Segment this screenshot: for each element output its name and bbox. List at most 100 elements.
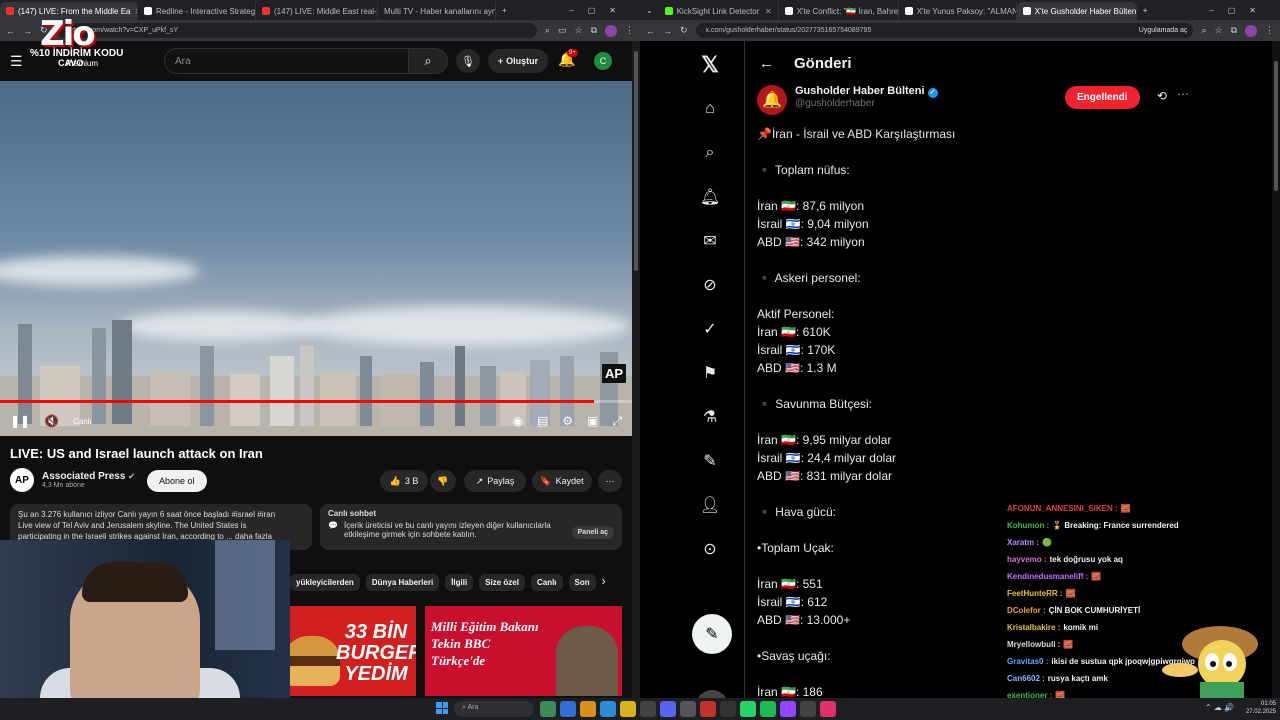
video-thumbnail[interactable]: Milli Eğitim Bakanı Tekin BBC Türkçe'de	[425, 606, 622, 696]
app-icon[interactable]	[780, 701, 796, 717]
forward-arrow-icon[interactable]: →	[23, 26, 32, 36]
tab-x-gusholder[interactable]: X'te Gusholder Haber Bülteni: "✕	[1016, 2, 1137, 20]
discord-icon[interactable]	[660, 701, 676, 717]
channel-avatar[interactable]: AP	[10, 468, 34, 492]
back-arrow-icon[interactable]: ←	[6, 26, 15, 36]
menu-dots-icon[interactable]: ⋮	[625, 25, 634, 36]
post-author[interactable]: 🔔 Gusholder Haber Bülteni ✓ @gusholderhab…	[757, 85, 938, 115]
fullscreen-icon[interactable]: ⤢	[612, 414, 622, 429]
chevron-right-icon[interactable]: ›	[602, 574, 606, 591]
app-icon[interactable]	[720, 701, 736, 717]
open-panel-button[interactable]: Paneli aç	[571, 526, 614, 539]
grok-explain-icon[interactable]: ⟲	[1157, 89, 1167, 103]
profile-icon[interactable]	[1245, 24, 1257, 37]
chat-username[interactable]: Can6602 :	[1007, 674, 1045, 683]
app-icon[interactable]	[700, 701, 716, 717]
bookmark-star-icon[interactable]: ☆	[1214, 25, 1222, 36]
cast-icon[interactable]: ▭	[558, 25, 567, 36]
tab-multi-tv[interactable]: Multi TV - Haber kanallarını aynı✕	[378, 2, 496, 20]
author-name[interactable]: Gusholder Haber Bülteni ✓	[795, 85, 938, 98]
premium-icon[interactable]: ✎	[698, 449, 722, 473]
app-icon[interactable]	[680, 701, 696, 717]
chat-username[interactable]: Mryellowbull :	[1007, 640, 1060, 649]
microphone-icon[interactable]: 🎙	[456, 49, 480, 73]
tab-x-yunus[interactable]: X'te Yunus Paksoy: "ALMANYA✕	[899, 2, 1017, 20]
back-arrow-icon[interactable]: ←	[759, 55, 774, 72]
chip-for-you[interactable]: Size özel	[479, 574, 525, 591]
url-field[interactable]: outube.com/watch?v=CXP_uPkf_sY	[55, 23, 537, 38]
chat-username[interactable]: Kohumon :	[1007, 521, 1049, 530]
zoom-icon[interactable]: ⌕	[545, 25, 550, 36]
create-button[interactable]: + Oluştur	[488, 49, 548, 73]
chip-uploaders[interactable]: yükleyicilerden	[290, 574, 360, 591]
chip-recent[interactable]: Son	[568, 574, 596, 591]
author-avatar[interactable]: 🔔	[757, 85, 787, 115]
compose-icon[interactable]: ✎	[692, 614, 732, 654]
subscribe-button[interactable]: Abone ol	[147, 470, 207, 492]
windows-start-icon[interactable]	[436, 702, 448, 714]
more-actions-button[interactable]: ⋯	[598, 470, 622, 492]
file-explorer-icon[interactable]	[580, 701, 596, 717]
video-thumbnail[interactable]: 33 BİN BURGER YEDİM	[290, 606, 416, 696]
close-tab-icon[interactable]: ✕	[765, 7, 772, 16]
like-button[interactable]: 👍 3 B	[380, 470, 428, 492]
verified-icon[interactable]: ✓	[698, 317, 722, 341]
chat-username[interactable]: Kristalbakire :	[1007, 623, 1060, 632]
chat-username[interactable]: DColefor :	[1007, 606, 1046, 615]
chat-username[interactable]: hayvemo :	[1007, 555, 1047, 564]
search-icon[interactable]: ⌕	[698, 141, 722, 165]
home-icon[interactable]: ⌂	[698, 97, 722, 121]
window-controls[interactable]: –▢✕	[1209, 6, 1270, 15]
zoom-icon[interactable]: ⌕	[1201, 25, 1206, 36]
channel-name[interactable]: Associated Press ✔	[42, 471, 135, 482]
chip-world-news[interactable]: Dünya Haberleri	[365, 574, 440, 591]
chat-username[interactable]: FeetHunteRR :	[1007, 589, 1063, 598]
task-view-icon[interactable]	[560, 701, 576, 717]
open-in-app-badge[interactable]: Uygulamada aç	[1139, 27, 1188, 34]
pause-icon[interactable]: ❚❚	[10, 414, 30, 428]
chat-username[interactable]: Kendinedusmaneliff :	[1007, 572, 1088, 581]
bell-icon[interactable]: 🔔︎	[698, 185, 722, 209]
more-icon[interactable]: ⊙	[698, 537, 722, 561]
tab-redline[interactable]: Redline - Interactive Strategic✕	[138, 2, 256, 20]
folder-icon[interactable]	[620, 701, 636, 717]
video-player[interactable]: AP ❚❚ 🔇 Canlı ◉ ▤ ⚙ ▣ ⤢	[0, 81, 632, 436]
more-options-icon[interactable]: ⋯	[1177, 87, 1189, 101]
window-controls[interactable]: –▢✕	[569, 6, 630, 15]
url-field[interactable]: x.com/gusholderhaber/status/202773516575…	[695, 23, 1194, 38]
whatsapp-icon[interactable]	[740, 701, 756, 717]
extensions-icon[interactable]: ⧉	[1231, 25, 1237, 36]
grok-icon[interactable]: ⊘	[698, 273, 722, 297]
chat-username[interactable]: Gravitas0 :	[1007, 657, 1048, 666]
autoplay-icon[interactable]: ◉	[512, 414, 522, 428]
app-icon[interactable]	[800, 701, 816, 717]
bookmark-star-icon[interactable]: ☆	[574, 25, 582, 36]
mail-icon[interactable]: ✉	[698, 229, 722, 253]
miniplayer-icon[interactable]: ▣	[587, 414, 598, 428]
blocked-button[interactable]: Engellendi	[1065, 86, 1140, 109]
page-scrollbar[interactable]	[632, 41, 640, 698]
share-button[interactable]: ↗ Paylaş	[464, 470, 526, 492]
hamburger-menu-icon[interactable]: ☰	[10, 53, 23, 70]
menu-dots-icon[interactable]: ⋮	[1265, 25, 1274, 36]
search-input[interactable]: Ara	[164, 48, 410, 74]
x-logo-icon[interactable]: 𝕏	[698, 52, 722, 77]
jobs-icon[interactable]: ⚗	[698, 405, 722, 429]
chrome-icon[interactable]	[600, 701, 616, 717]
chip-live[interactable]: Canlı	[530, 574, 563, 591]
tab-x-conflict[interactable]: X'te Conflict: "🇮🇷 İran, Bahreyn✕	[779, 2, 899, 20]
chip-related[interactable]: İlgili	[445, 574, 474, 591]
search-icon[interactable]: ⌕	[408, 48, 448, 74]
settings-gear-icon[interactable]: ⚙	[562, 414, 573, 428]
weather-icon[interactable]	[540, 701, 556, 717]
app-icon[interactable]	[820, 701, 836, 717]
profile-icon[interactable]: 👤︎	[698, 493, 722, 517]
profile-icon[interactable]	[605, 24, 617, 37]
chat-username[interactable]: AFONUN_ANNESINI_SIKEN :	[1007, 504, 1118, 513]
account-avatar[interactable]	[696, 690, 728, 698]
system-tray[interactable]: ⌃ ☁ 🔊	[1205, 703, 1234, 712]
video-progress-bar[interactable]	[0, 400, 632, 403]
app-icon[interactable]	[640, 701, 656, 717]
save-button[interactable]: 🔖 Kaydet	[532, 470, 592, 492]
clock[interactable]: 01:05 27.02.2025	[1246, 700, 1276, 716]
